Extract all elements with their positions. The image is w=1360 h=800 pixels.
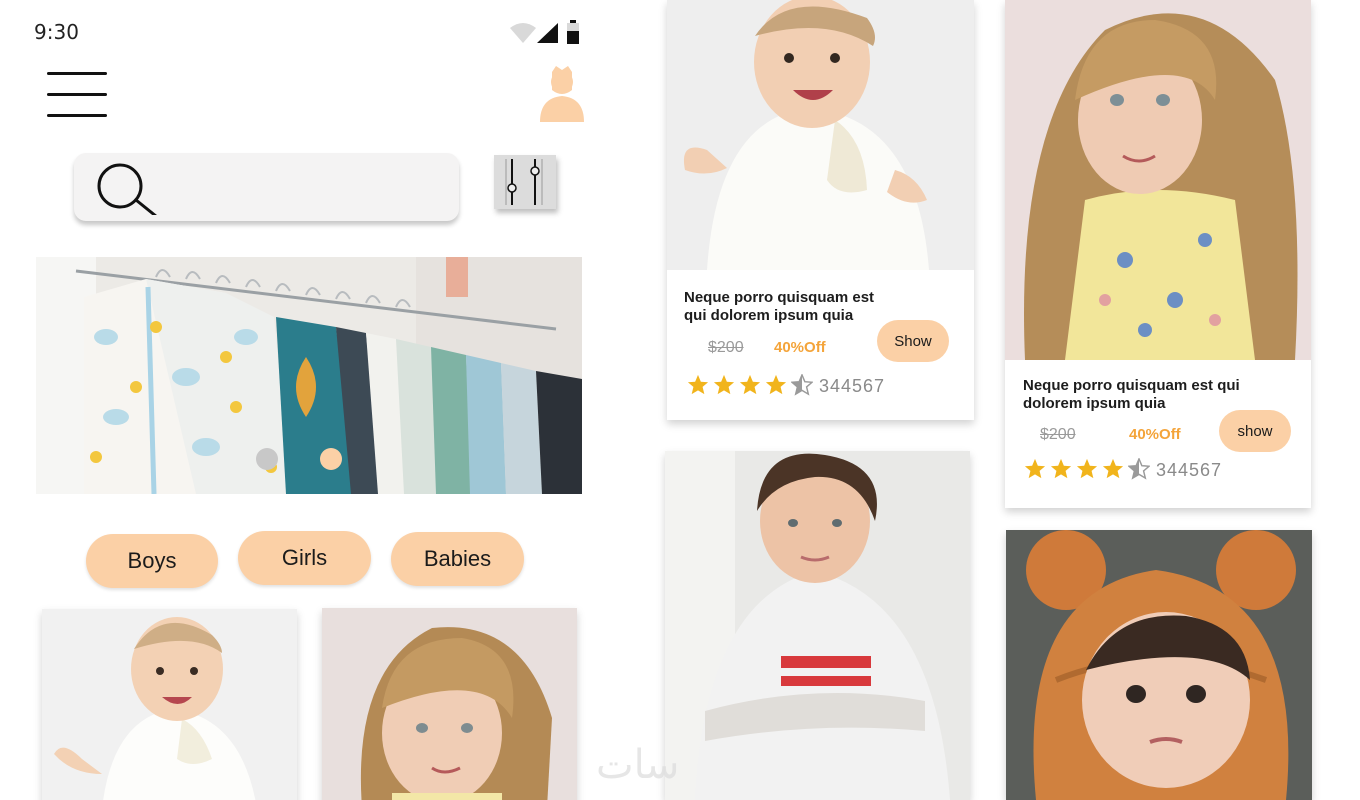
status-icons [508, 20, 584, 46]
star-full-icon [765, 374, 787, 395]
star-full-icon [1076, 458, 1098, 479]
carousel-dots[interactable] [255, 447, 405, 477]
star-full-icon [1050, 458, 1072, 479]
app-screen: 9:30 Boys Girls Babies Neque porro quisq… [0, 0, 1360, 800]
star-half-icon [1128, 458, 1150, 480]
battery-icon [567, 20, 579, 44]
category-boys-button[interactable]: Boys [86, 534, 218, 588]
product-thumb-baby[interactable] [42, 609, 297, 800]
wifi-icon [510, 23, 536, 43]
star-full-icon [687, 374, 709, 395]
rating-stars [687, 374, 813, 396]
product-thumb-girl[interactable] [322, 608, 577, 800]
product-card[interactable]: Neque porro quisquam est qui dolorem ips… [667, 0, 974, 420]
product-card-hooded-baby[interactable] [1006, 530, 1312, 800]
filter-sliders-icon[interactable] [494, 155, 556, 209]
show-button[interactable]: Show [877, 320, 949, 362]
star-full-icon [1102, 458, 1124, 479]
baby-dress-photo [667, 0, 974, 270]
profile-avatar-icon[interactable] [538, 64, 586, 122]
search-input[interactable] [169, 167, 439, 207]
old-price: $200 [708, 339, 744, 356]
rating-count: 344567 [1156, 460, 1223, 480]
hooded-baby-photo [1006, 530, 1312, 800]
hamburger-menu-icon[interactable] [47, 72, 107, 118]
boy-photo [665, 451, 970, 800]
rating-count: 344567 [819, 376, 886, 396]
star-full-icon [739, 374, 761, 395]
search-bar [74, 153, 459, 221]
discount-label: 40%Off [774, 339, 826, 356]
old-price: $200 [1040, 426, 1076, 443]
star-full-icon [713, 374, 735, 395]
discount-label: 40%Off [1129, 426, 1181, 443]
baby-photo [42, 609, 297, 800]
girl-photo [322, 608, 577, 800]
product-card[interactable]: Neque porro quisquam est qui dolorem ips… [1005, 0, 1311, 508]
product-title: Neque porro quisquam est qui dolorem ips… [1023, 377, 1240, 412]
signal-icon [537, 23, 558, 43]
star-full-icon [1024, 458, 1046, 479]
rating-stars [1024, 458, 1150, 480]
product-title: Neque porro quisquam est qui dolorem ips… [684, 289, 875, 324]
status-time: 9:30 [34, 20, 79, 44]
category-babies-button[interactable]: Babies [391, 532, 524, 586]
search-icon[interactable] [96, 163, 166, 215]
watermark: سات [596, 742, 680, 788]
girl-yellow-dress-photo [1005, 0, 1311, 360]
show-button[interactable]: show [1219, 410, 1291, 452]
category-girls-button[interactable]: Girls [238, 531, 371, 585]
star-half-icon [791, 374, 813, 396]
product-card-boy[interactable] [665, 451, 970, 800]
